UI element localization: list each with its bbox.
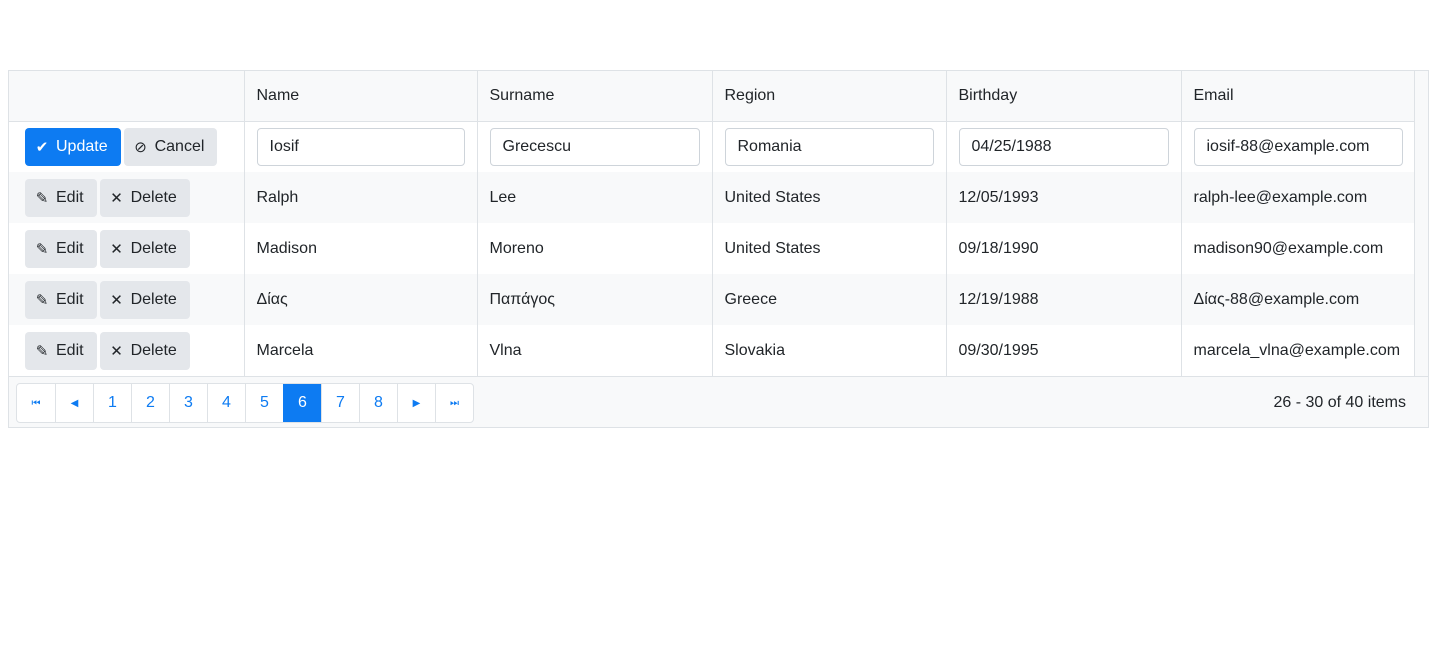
edit-button-label: Edit: [56, 188, 84, 206]
page-button-1[interactable]: 1: [93, 384, 131, 422]
edit-button[interactable]: ✎ Edit: [25, 280, 97, 319]
row-commands: ✎ Edit ✕ Delete: [9, 223, 244, 274]
region-input[interactable]: [724, 127, 934, 166]
column-header-email[interactable]: Email: [1180, 71, 1415, 122]
table-row: ✎ Edit ✕ Delete Ralph Lee United States 12/…: [9, 172, 1415, 223]
cell-surname[interactable]: Lee: [476, 172, 712, 223]
edit-row-commands: ✔ Update ⊘ Cancel: [9, 121, 244, 172]
delete-button[interactable]: ✕ Delete: [99, 229, 190, 268]
page-button-8[interactable]: 8: [359, 384, 397, 422]
cell-name[interactable]: Δίας: [243, 274, 477, 325]
update-button-label: Update: [56, 137, 108, 155]
name-input[interactable]: [256, 127, 465, 166]
edit-button[interactable]: ✎ Edit: [25, 229, 97, 268]
edit-cell-name: [243, 121, 477, 172]
cell-surname[interactable]: Vlna: [476, 325, 712, 376]
cell-name[interactable]: Marcela: [243, 325, 477, 376]
header-row: Name Surname Region Birthday Email: [9, 71, 1415, 122]
delete-button-label: Delete: [130, 239, 177, 257]
page-button-6-current[interactable]: 6: [283, 384, 321, 422]
page-button-4[interactable]: 4: [207, 384, 245, 422]
row-commands: ✎ Edit ✕ Delete: [9, 274, 244, 325]
pencil-icon: ✎: [35, 342, 49, 360]
cell-birthday[interactable]: 09/18/1990: [945, 223, 1181, 274]
data-grid: Name Surname Region Birthday Email ✔ Upd…: [8, 70, 1429, 428]
cell-region[interactable]: Slovakia: [711, 325, 946, 376]
page-button-7[interactable]: 7: [321, 384, 359, 422]
x-icon: ✕: [110, 291, 123, 309]
cell-email[interactable]: ralph-lee@example.com: [1180, 172, 1415, 223]
cell-surname[interactable]: Moreno: [476, 223, 712, 274]
column-header-name[interactable]: Name: [243, 71, 477, 122]
page-button-3[interactable]: 3: [169, 384, 207, 422]
cell-email[interactable]: marcela_vlna@example.com: [1180, 325, 1415, 376]
edit-button[interactable]: ✎ Edit: [25, 178, 97, 217]
pager: ⏮ ◀ 1 2 3 4 5 6 7 8 ▶ ⏭: [16, 383, 474, 423]
delete-button-label: Delete: [130, 290, 177, 308]
check-icon: ✔: [35, 138, 49, 156]
pager-info: 26 - 30 of 40 items: [1273, 394, 1406, 411]
edit-button[interactable]: ✎ Edit: [25, 331, 97, 370]
delete-button[interactable]: ✕ Delete: [99, 280, 190, 319]
cell-birthday[interactable]: 09/30/1995: [945, 325, 1181, 376]
column-header-birthday[interactable]: Birthday: [945, 71, 1181, 122]
page-button-2[interactable]: 2: [131, 384, 169, 422]
page-button-5[interactable]: 5: [245, 384, 283, 422]
edit-button-label: Edit: [56, 290, 84, 308]
cell-email[interactable]: madison90@example.com: [1180, 223, 1415, 274]
x-icon: ✕: [110, 189, 123, 207]
cell-name[interactable]: Madison: [243, 223, 477, 274]
cell-region[interactable]: United States: [711, 172, 946, 223]
pencil-icon: ✎: [35, 240, 49, 258]
edit-cell-birthday: [945, 121, 1181, 172]
row-commands: ✎ Edit ✕ Delete: [9, 325, 244, 376]
last-page-icon[interactable]: ⏭: [435, 384, 473, 422]
pager-bar: ⏮ ◀ 1 2 3 4 5 6 7 8 ▶ ⏭ 26 - 30 of 40 it…: [9, 376, 1428, 427]
cell-birthday[interactable]: 12/19/1988: [945, 274, 1181, 325]
cell-email[interactable]: Δίας-88@example.com: [1180, 274, 1415, 325]
first-page-icon[interactable]: ⏮: [17, 384, 55, 422]
edit-button-label: Edit: [56, 239, 84, 257]
birthday-input[interactable]: [958, 127, 1169, 166]
edit-cell-surname: [476, 121, 712, 172]
cancel-button-label: Cancel: [154, 137, 205, 155]
table-row: ✎ Edit ✕ Delete Marcela Vlna Slovakia 09/30…: [9, 325, 1415, 376]
update-button[interactable]: ✔ Update: [25, 127, 121, 166]
previous-page-icon[interactable]: ◀: [55, 384, 93, 422]
pencil-icon: ✎: [35, 291, 49, 309]
edit-cell-region: [711, 121, 946, 172]
vertical-scrollbar[interactable]: [1414, 71, 1428, 376]
delete-button[interactable]: ✕ Delete: [99, 178, 190, 217]
x-icon: ✕: [110, 342, 123, 360]
cell-birthday[interactable]: 12/05/1993: [945, 172, 1181, 223]
surname-input[interactable]: [489, 127, 700, 166]
table-row: ✎ Edit ✕ Delete Madison Moreno United State…: [9, 223, 1415, 274]
command-column-header: [9, 71, 244, 122]
pencil-icon: ✎: [35, 189, 49, 207]
delete-button[interactable]: ✕ Delete: [99, 331, 190, 370]
x-icon: ✕: [110, 240, 123, 258]
column-header-region[interactable]: Region: [711, 71, 946, 122]
row-commands: ✎ Edit ✕ Delete: [9, 172, 244, 223]
grid-table: Name Surname Region Birthday Email ✔ Upd…: [9, 71, 1415, 376]
email-input[interactable]: [1193, 127, 1403, 166]
cell-name[interactable]: Ralph: [243, 172, 477, 223]
table-row: ✎ Edit ✕ Delete Δίας Παπάγος Greece 12/19/1…: [9, 274, 1415, 325]
edit-button-label: Edit: [56, 341, 84, 359]
cell-region[interactable]: United States: [711, 223, 946, 274]
cancel-button[interactable]: ⊘ Cancel: [123, 127, 218, 166]
edit-row: ✔ Update ⊘ Cancel: [9, 121, 1415, 172]
cell-surname[interactable]: Παπάγος: [476, 274, 712, 325]
cell-region[interactable]: Greece: [711, 274, 946, 325]
column-header-surname[interactable]: Surname: [476, 71, 712, 122]
cancel-icon: ⊘: [134, 138, 147, 156]
edit-cell-email: [1180, 121, 1415, 172]
delete-button-label: Delete: [130, 341, 177, 359]
next-page-icon[interactable]: ▶: [397, 384, 435, 422]
delete-button-label: Delete: [130, 188, 177, 206]
